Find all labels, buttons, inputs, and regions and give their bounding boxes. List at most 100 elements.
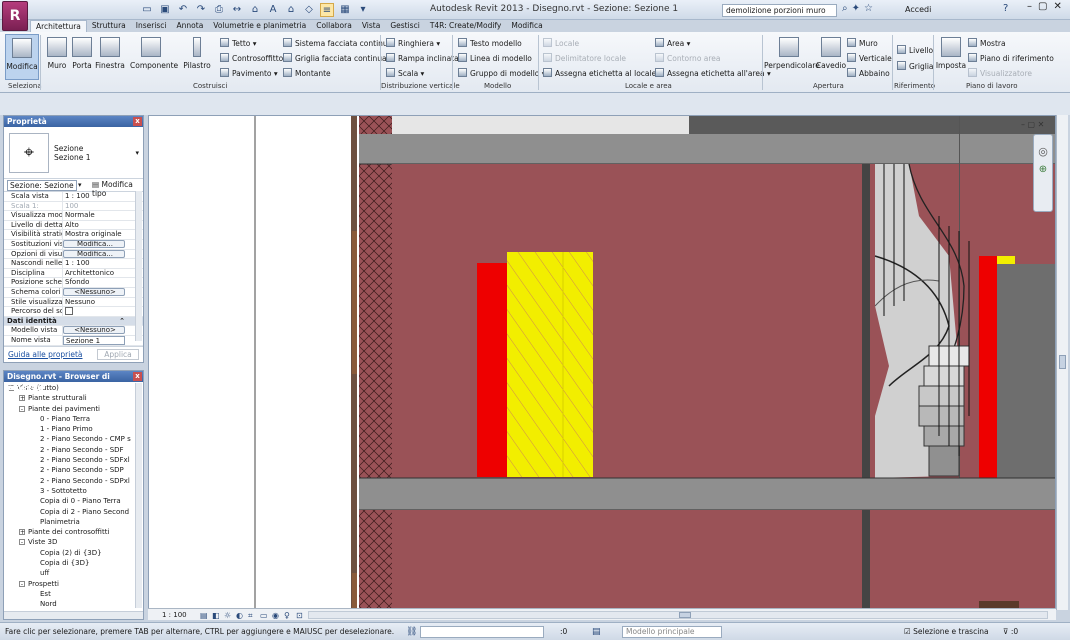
railing-button[interactable]: Ringhiera ▾ [386, 38, 440, 48]
undo-icon[interactable]: ↶ [176, 3, 190, 17]
property-row[interactable]: Nome vista Sezione 1 [4, 335, 143, 346]
view-window-controls[interactable]: – ▢ ✕ [1021, 120, 1044, 129]
help-icon[interactable]: ? [1003, 3, 1008, 14]
thin-lines-icon[interactable]: ≡ [320, 3, 334, 17]
tab-t4r[interactable]: T4R: Create/Modify [425, 20, 507, 32]
measure-icon[interactable]: ↔ [230, 3, 244, 17]
browser-node[interactable]: - Viste 3D [4, 537, 143, 547]
close-hidden-icon[interactable]: ▦ [338, 3, 352, 17]
browser-node[interactable]: + Piante strutturali [4, 393, 143, 403]
hscroll-thumb[interactable] [679, 612, 691, 618]
browser-view-item[interactable]: 3 - Sottotetto [4, 486, 143, 496]
property-row[interactable]: Nascondi nelle ...1 : 100 [4, 259, 143, 269]
login-button[interactable]: Accedi [905, 5, 931, 14]
floor-button[interactable]: Pavimento ▾ [220, 68, 278, 78]
temporary-hide-icon[interactable]: ◉ [272, 611, 279, 620]
browser-view-item[interactable]: 2 - Piano Secondo - SDF [4, 445, 143, 455]
viewer-button[interactable]: Visualizzatore [968, 68, 1032, 78]
subscription-icon[interactable]: ✦ [852, 3, 860, 14]
collapse-icon[interactable]: - [19, 580, 25, 587]
property-row[interactable]: Opzioni di visua...Modifica... [4, 249, 143, 260]
type-selector[interactable]: ⌖ Sezione Sezione 1 ▾ [4, 127, 143, 179]
browser-view-item[interactable]: 2 - Piano Secondo - SDFxl [4, 455, 143, 465]
tab-gestisci[interactable]: Gestisci [385, 20, 424, 32]
collapse-icon[interactable]: ⌃ [119, 317, 125, 326]
tab-inserisci[interactable]: Inserisci [131, 20, 172, 32]
tab-volumetrie[interactable]: Volumetrie e planimetria [208, 20, 311, 32]
scroll-thumb[interactable] [1059, 355, 1066, 369]
ref-plane-button[interactable]: Piano di riferimento [968, 53, 1054, 63]
area-button[interactable]: Area ▾ [655, 38, 690, 48]
active-workset[interactable] [420, 626, 544, 638]
model-group-button[interactable]: Gruppo di modello ▾ [458, 68, 546, 78]
horizontal-scrollbar[interactable] [308, 611, 1048, 619]
property-row[interactable]: Stile visualizzazi...Nessuno [4, 297, 143, 308]
component-button[interactable]: Componente [130, 34, 178, 80]
chevron-down-icon[interactable]: ▾ [135, 149, 139, 157]
window-button[interactable]: Finestra [93, 34, 127, 80]
property-row[interactable]: Modello vista <Nessuno> [4, 326, 143, 336]
tag-area-button[interactable]: Assegna etichetta all'area ▾ [655, 68, 771, 78]
room-button[interactable]: Locale [543, 38, 579, 48]
browser-view-item[interactable]: 0 - Piano Terra [4, 414, 143, 424]
shadows-icon[interactable]: ◐ [236, 611, 243, 620]
close-icon[interactable]: x [133, 117, 142, 126]
analysis-icon[interactable]: ⊡ [296, 611, 303, 620]
3d-view-icon[interactable]: ⌂ [284, 3, 298, 17]
property-edit-button[interactable]: Modifica... [63, 249, 125, 258]
property-row[interactable]: Visibilità stratigr...Mostra originale [4, 230, 143, 240]
tab-annota[interactable]: Annota [172, 20, 209, 32]
save-icon[interactable]: ▣ [158, 3, 172, 17]
browser-view-item[interactable]: Planimetria [4, 517, 143, 527]
application-menu-button[interactable]: R [2, 1, 28, 31]
tab-architettura[interactable]: Architettura [30, 20, 87, 32]
instance-selector[interactable]: Sezione: Sezione [7, 180, 77, 191]
browser-view-item[interactable]: Copia di 0 - Piano Terra [4, 496, 143, 506]
chevron-down-icon[interactable]: ▾ [78, 181, 82, 189]
column-button[interactable]: Pilastro [180, 34, 214, 80]
collapse-icon[interactable]: - [19, 405, 25, 412]
print-icon[interactable]: ⎙ [212, 3, 226, 17]
design-option-selector[interactable]: Modello principale [622, 626, 722, 638]
room-separator-button[interactable]: Delimitatore locale [543, 53, 626, 63]
browser-view-item[interactable]: 2 - Piano Secondo - SDPxl [4, 476, 143, 486]
model-line-button[interactable]: Linea di modello [458, 53, 532, 63]
expand-icon[interactable]: + [19, 529, 25, 536]
view-scale[interactable]: 1 : 100 [162, 611, 187, 619]
ceiling-button[interactable]: Controsoffitto [220, 53, 283, 63]
navigation-bar[interactable]: ◎ ⊕ [1033, 134, 1053, 212]
browser-view-item[interactable]: Copia di {3D} [4, 558, 143, 568]
press-drag-toggle[interactable]: ☑ Selezione e trascina [904, 627, 989, 636]
design-options-icon[interactable]: ▤ [592, 627, 601, 637]
area-boundary-button[interactable]: Contorno area [655, 53, 721, 63]
curtain-grid-button[interactable]: Griglia facciata continua [283, 53, 387, 63]
binoculars-icon[interactable]: ⌕ [842, 3, 848, 14]
star-icon[interactable]: ☆ [864, 3, 873, 14]
browser-scrollbar[interactable] [135, 383, 142, 608]
zoom-icon[interactable]: ⊕ [1034, 164, 1052, 175]
mullion-button[interactable]: Montante [283, 68, 331, 78]
tab-vista[interactable]: Vista [357, 20, 386, 32]
property-row[interactable]: Sostituzioni visi...Modifica... [4, 239, 143, 250]
shaft-button[interactable]: Cavedio [814, 34, 848, 80]
minimize-icon[interactable]: – [1027, 1, 1032, 12]
model-text-button[interactable]: Testo modello [458, 38, 522, 48]
show-workplane-button[interactable]: Mostra [968, 38, 1006, 48]
tag-room-button[interactable]: Assegna etichetta al locale ▾ [543, 68, 662, 78]
browser-node[interactable]: + Piante dei controsoffitti [4, 527, 143, 537]
browser-view-item[interactable]: Est [4, 589, 143, 599]
browser-node[interactable]: - Prospetti [4, 579, 143, 589]
property-edit-button[interactable]: <Nessuno> [63, 287, 125, 296]
browser-view-item[interactable]: Nord [4, 599, 143, 609]
property-checkbox[interactable] [63, 307, 125, 316]
dormer-button[interactable]: Abbaino [847, 68, 890, 78]
property-row[interactable]: Visualizza modelloNormale [4, 211, 143, 221]
property-value[interactable]: Sezione 1 [63, 335, 125, 345]
property-edit-button[interactable]: Modifica... [63, 239, 125, 248]
property-row[interactable]: Scala 1: 100 [4, 201, 143, 212]
checkbox-icon[interactable] [65, 307, 73, 316]
filter-count[interactable]: ⊽ :0 [1003, 627, 1018, 636]
reveal-hidden-icon[interactable]: ♀ [284, 611, 290, 620]
visual-style-icon[interactable]: ◧ [212, 611, 220, 620]
browser-view-item[interactable]: Copia di 2 - Piano Second [4, 507, 143, 517]
